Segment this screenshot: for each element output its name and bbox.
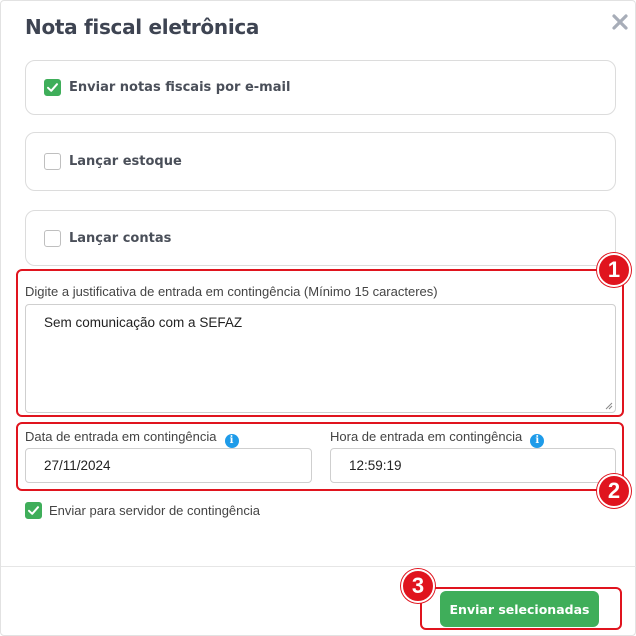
contingency-server-label: Enviar para servidor de contingência bbox=[49, 503, 261, 518]
info-icon[interactable]: i bbox=[224, 433, 239, 448]
check-icon bbox=[47, 83, 58, 92]
contingency-server-option[interactable]: Enviar para servidor de contingência bbox=[25, 502, 260, 519]
option-accounts-label: Lançar contas bbox=[69, 231, 172, 246]
checkbox-contingency-server[interactable] bbox=[25, 502, 42, 519]
send-selected-button[interactable]: Enviar selecionadas bbox=[440, 591, 599, 627]
annotation-badge-2: 2 bbox=[597, 474, 631, 508]
checkbox-stock[interactable] bbox=[44, 153, 61, 170]
checkbox-email[interactable] bbox=[44, 79, 61, 96]
option-card-email: Enviar notas fiscais por e-mail bbox=[25, 60, 616, 115]
annotation-badge-1: 1 bbox=[597, 253, 631, 287]
date-input[interactable]: 27/11/2024 bbox=[25, 448, 312, 483]
nfe-modal: Nota fiscal eletrônica Enviar notas fisc… bbox=[0, 0, 636, 636]
time-label: Hora de entrada em contingência i bbox=[330, 429, 545, 448]
checkbox-accounts[interactable] bbox=[44, 230, 61, 247]
close-icon[interactable] bbox=[609, 11, 631, 33]
justification-value: Sem comunicação com a SEFAZ bbox=[44, 315, 243, 330]
annotation-badge-3: 3 bbox=[401, 569, 435, 603]
option-email[interactable]: Enviar notas fiscais por e-mail bbox=[44, 79, 290, 96]
option-email-label: Enviar notas fiscais por e-mail bbox=[69, 80, 291, 95]
check-icon bbox=[28, 506, 39, 515]
resize-handle-icon[interactable] bbox=[603, 400, 613, 410]
justification-textarea[interactable]: Sem comunicação com a SEFAZ bbox=[25, 304, 616, 413]
date-label-text: Data de entrada em contingência bbox=[25, 429, 217, 444]
time-input[interactable]: 12:59:19 bbox=[330, 448, 616, 483]
modal-title: Nota fiscal eletrônica bbox=[25, 15, 260, 39]
date-label: Data de entrada em contingência i bbox=[25, 429, 239, 448]
date-value: 27/11/2024 bbox=[44, 458, 111, 473]
time-label-text: Hora de entrada em contingência bbox=[330, 429, 523, 444]
option-stock-label: Lançar estoque bbox=[69, 154, 182, 169]
info-icon[interactable]: i bbox=[530, 433, 545, 448]
option-card-stock: Lançar estoque bbox=[25, 132, 616, 191]
footer-divider bbox=[1, 566, 636, 567]
time-value: 12:59:19 bbox=[349, 458, 402, 473]
option-card-accounts: Lançar contas bbox=[25, 210, 616, 266]
option-stock[interactable]: Lançar estoque bbox=[44, 153, 182, 170]
option-accounts[interactable]: Lançar contas bbox=[44, 230, 171, 247]
justification-label: Digite a justificativa de entrada em con… bbox=[25, 284, 438, 299]
